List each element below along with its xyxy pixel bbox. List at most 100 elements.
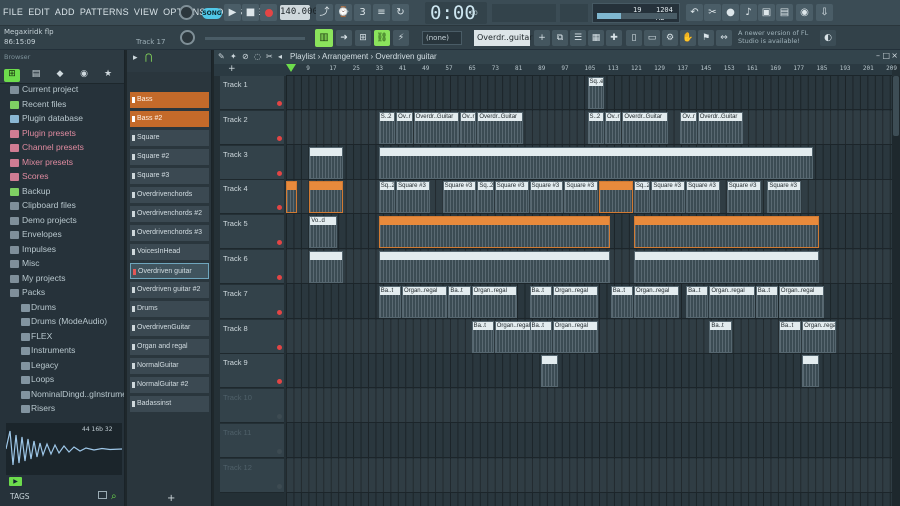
browser-item[interactable]: Scores	[0, 171, 124, 186]
script-button[interactable]: ▭	[644, 30, 660, 46]
plugin-picker-button[interactable]: ✚	[606, 30, 622, 46]
paint-icon[interactable]: ✦	[230, 52, 237, 61]
magnet-icon[interactable]: ⋂	[145, 53, 152, 63]
browser-item[interactable]: Packs	[0, 287, 124, 302]
browser-plugin-icon[interactable]: ◆	[52, 69, 68, 82]
browser-item[interactable]: Mixer presets	[0, 157, 124, 172]
vertical-scrollbar[interactable]	[892, 76, 900, 506]
browser-item[interactable]: Loops	[0, 374, 124, 389]
browser-item[interactable]: Risers	[0, 403, 124, 418]
track-mute-led[interactable]	[277, 240, 282, 246]
pattern-clip[interactable]: Ba..t	[778, 320, 802, 353]
track-mute-led[interactable]	[277, 205, 282, 211]
browser-item[interactable]: Channel presets	[0, 142, 124, 157]
metronome-button[interactable]: ⤴	[316, 4, 333, 21]
track-mute-led[interactable]	[277, 483, 282, 489]
picker-item[interactable]: Overdriven guitar	[130, 263, 209, 279]
pattern-clip[interactable]: Sq..2	[477, 181, 494, 214]
picker-item[interactable]: Bass	[130, 92, 209, 108]
close-icon[interactable]: ×	[891, 51, 898, 60]
pattern-clip[interactable]: Square #3	[494, 181, 529, 214]
picker-item[interactable]: OverdrivenGuitar	[130, 320, 209, 336]
audio-settings-button[interactable]: ♪	[740, 4, 757, 21]
menu-edit[interactable]: EDIT	[28, 7, 50, 17]
pattern-clip[interactable]: Vo..d	[309, 216, 338, 249]
track-lane[interactable]	[286, 354, 892, 389]
minimize-icon[interactable]: –	[876, 51, 880, 60]
track-lane[interactable]	[286, 389, 892, 424]
pattern-clip[interactable]: Overdr..Guitar	[697, 111, 744, 144]
pattern-clip[interactable]: Ov..r	[680, 111, 697, 144]
playlist-button[interactable]: ▥	[315, 29, 333, 47]
loop-record-button[interactable]: ↻	[392, 4, 409, 21]
preview-play-button[interactable]: ▶	[9, 477, 22, 486]
pattern-clip[interactable]: Ba..t	[471, 320, 494, 353]
pattern-clip[interactable]: Ov..r	[459, 111, 477, 144]
track-header[interactable]: Track 3	[220, 145, 284, 180]
browser-all-icon[interactable]: ⊞	[4, 69, 20, 82]
pattern-clip[interactable]: Ov..r	[604, 111, 622, 144]
browser-item[interactable]: Backup	[0, 186, 124, 201]
step-sequencer-button[interactable]: ➜	[336, 30, 352, 46]
picker-item[interactable]: Overdrivenchords #3	[130, 225, 209, 241]
pattern-clip[interactable]	[309, 146, 343, 179]
pattern-clip[interactable]: Square #3	[564, 181, 599, 214]
pattern-clip[interactable]: Overdr..Guitar	[622, 111, 668, 144]
browser-item[interactable]: Legacy	[0, 360, 124, 375]
browser-item[interactable]: Envelopes	[0, 229, 124, 244]
browser-item[interactable]: Drums (ModeAudio)	[0, 316, 124, 331]
pattern-clip[interactable]: Square #3	[442, 181, 477, 214]
track-mute-led[interactable]	[277, 414, 282, 420]
pattern-clip[interactable]: Square #3	[726, 181, 761, 214]
pattern-clip[interactable]	[802, 355, 819, 388]
menu-patterns[interactable]: PATTERNS	[80, 7, 129, 17]
pattern-clip[interactable]	[633, 216, 819, 249]
notice-arrow[interactable]: ◐	[820, 30, 836, 46]
pattern-clip[interactable]: Square #3	[396, 181, 430, 214]
picker-item[interactable]: Badassinst	[130, 396, 209, 412]
folder-icon[interactable]	[98, 491, 107, 499]
cut-button[interactable]: ✂	[704, 4, 721, 21]
add-pattern-button[interactable]: +	[534, 30, 550, 46]
mute-icon[interactable]: ◌	[254, 52, 261, 61]
pattern-clip[interactable]: Sq..2	[378, 181, 396, 214]
browser-item[interactable]: Clipboard files	[0, 200, 124, 215]
pattern-clip[interactable]	[309, 181, 343, 214]
track-mute-led[interactable]	[277, 344, 282, 350]
instrument-selector[interactable]: Overdr..guitar	[474, 30, 533, 46]
pattern-clip[interactable]	[599, 181, 633, 214]
slice-icon[interactable]: ✂	[266, 52, 273, 61]
plus-icon[interactable]: +	[167, 493, 175, 504]
plus-icon[interactable]: +	[228, 64, 236, 74]
pattern-clip[interactable]: Sq..2	[633, 181, 651, 214]
browser-current-project-icon[interactable]: ▤	[28, 69, 44, 82]
track-mute-led[interactable]	[277, 101, 282, 106]
browser-presets-icon[interactable]: ◉	[76, 69, 92, 82]
menu-add[interactable]: ADD	[55, 7, 75, 17]
pattern-clip[interactable]: Organ..regal	[471, 285, 517, 318]
track-header[interactable]: Track 5	[220, 215, 284, 250]
pattern-clip[interactable]: Organ..regal	[778, 285, 825, 318]
browser-item[interactable]: My projects	[0, 273, 124, 288]
speaker-icon[interactable]: ◂	[278, 52, 282, 61]
wait-input-button[interactable]: ⌚	[335, 4, 352, 21]
maximize-icon[interactable]: □	[882, 51, 890, 60]
pattern-clip[interactable]: Overdr..Guitar	[477, 111, 523, 144]
clip-grid[interactable]: Sq..e S..2 Ov..r Overdr..Guitar Ov..r Overdr.…	[286, 76, 892, 506]
picker-item[interactable]: Drums	[130, 301, 209, 317]
pattern-clip[interactable]: S..2	[587, 111, 604, 144]
pattern-clip[interactable]: Square #3	[767, 181, 802, 214]
pattern-clip[interactable]: Organ..regal	[401, 285, 448, 318]
browser-item[interactable]: Current project	[0, 84, 124, 99]
pattern-clip[interactable]	[541, 355, 558, 388]
pitch-slider[interactable]	[560, 4, 588, 22]
pattern-clip[interactable]: Ba..t	[610, 285, 633, 318]
menu-view[interactable]: VIEW	[134, 7, 158, 17]
play-button[interactable]: ▶	[224, 4, 241, 21]
pattern-clip[interactable]: Sq..e	[587, 77, 604, 109]
piano-roll-button[interactable]: ⊞	[355, 30, 371, 46]
file-button[interactable]: ▯	[626, 30, 642, 46]
snap-button[interactable]: ⚡	[393, 30, 409, 46]
pattern-clip[interactable]: Organ..regal	[552, 285, 599, 318]
step-edit-button[interactable]: ≡	[373, 4, 390, 21]
